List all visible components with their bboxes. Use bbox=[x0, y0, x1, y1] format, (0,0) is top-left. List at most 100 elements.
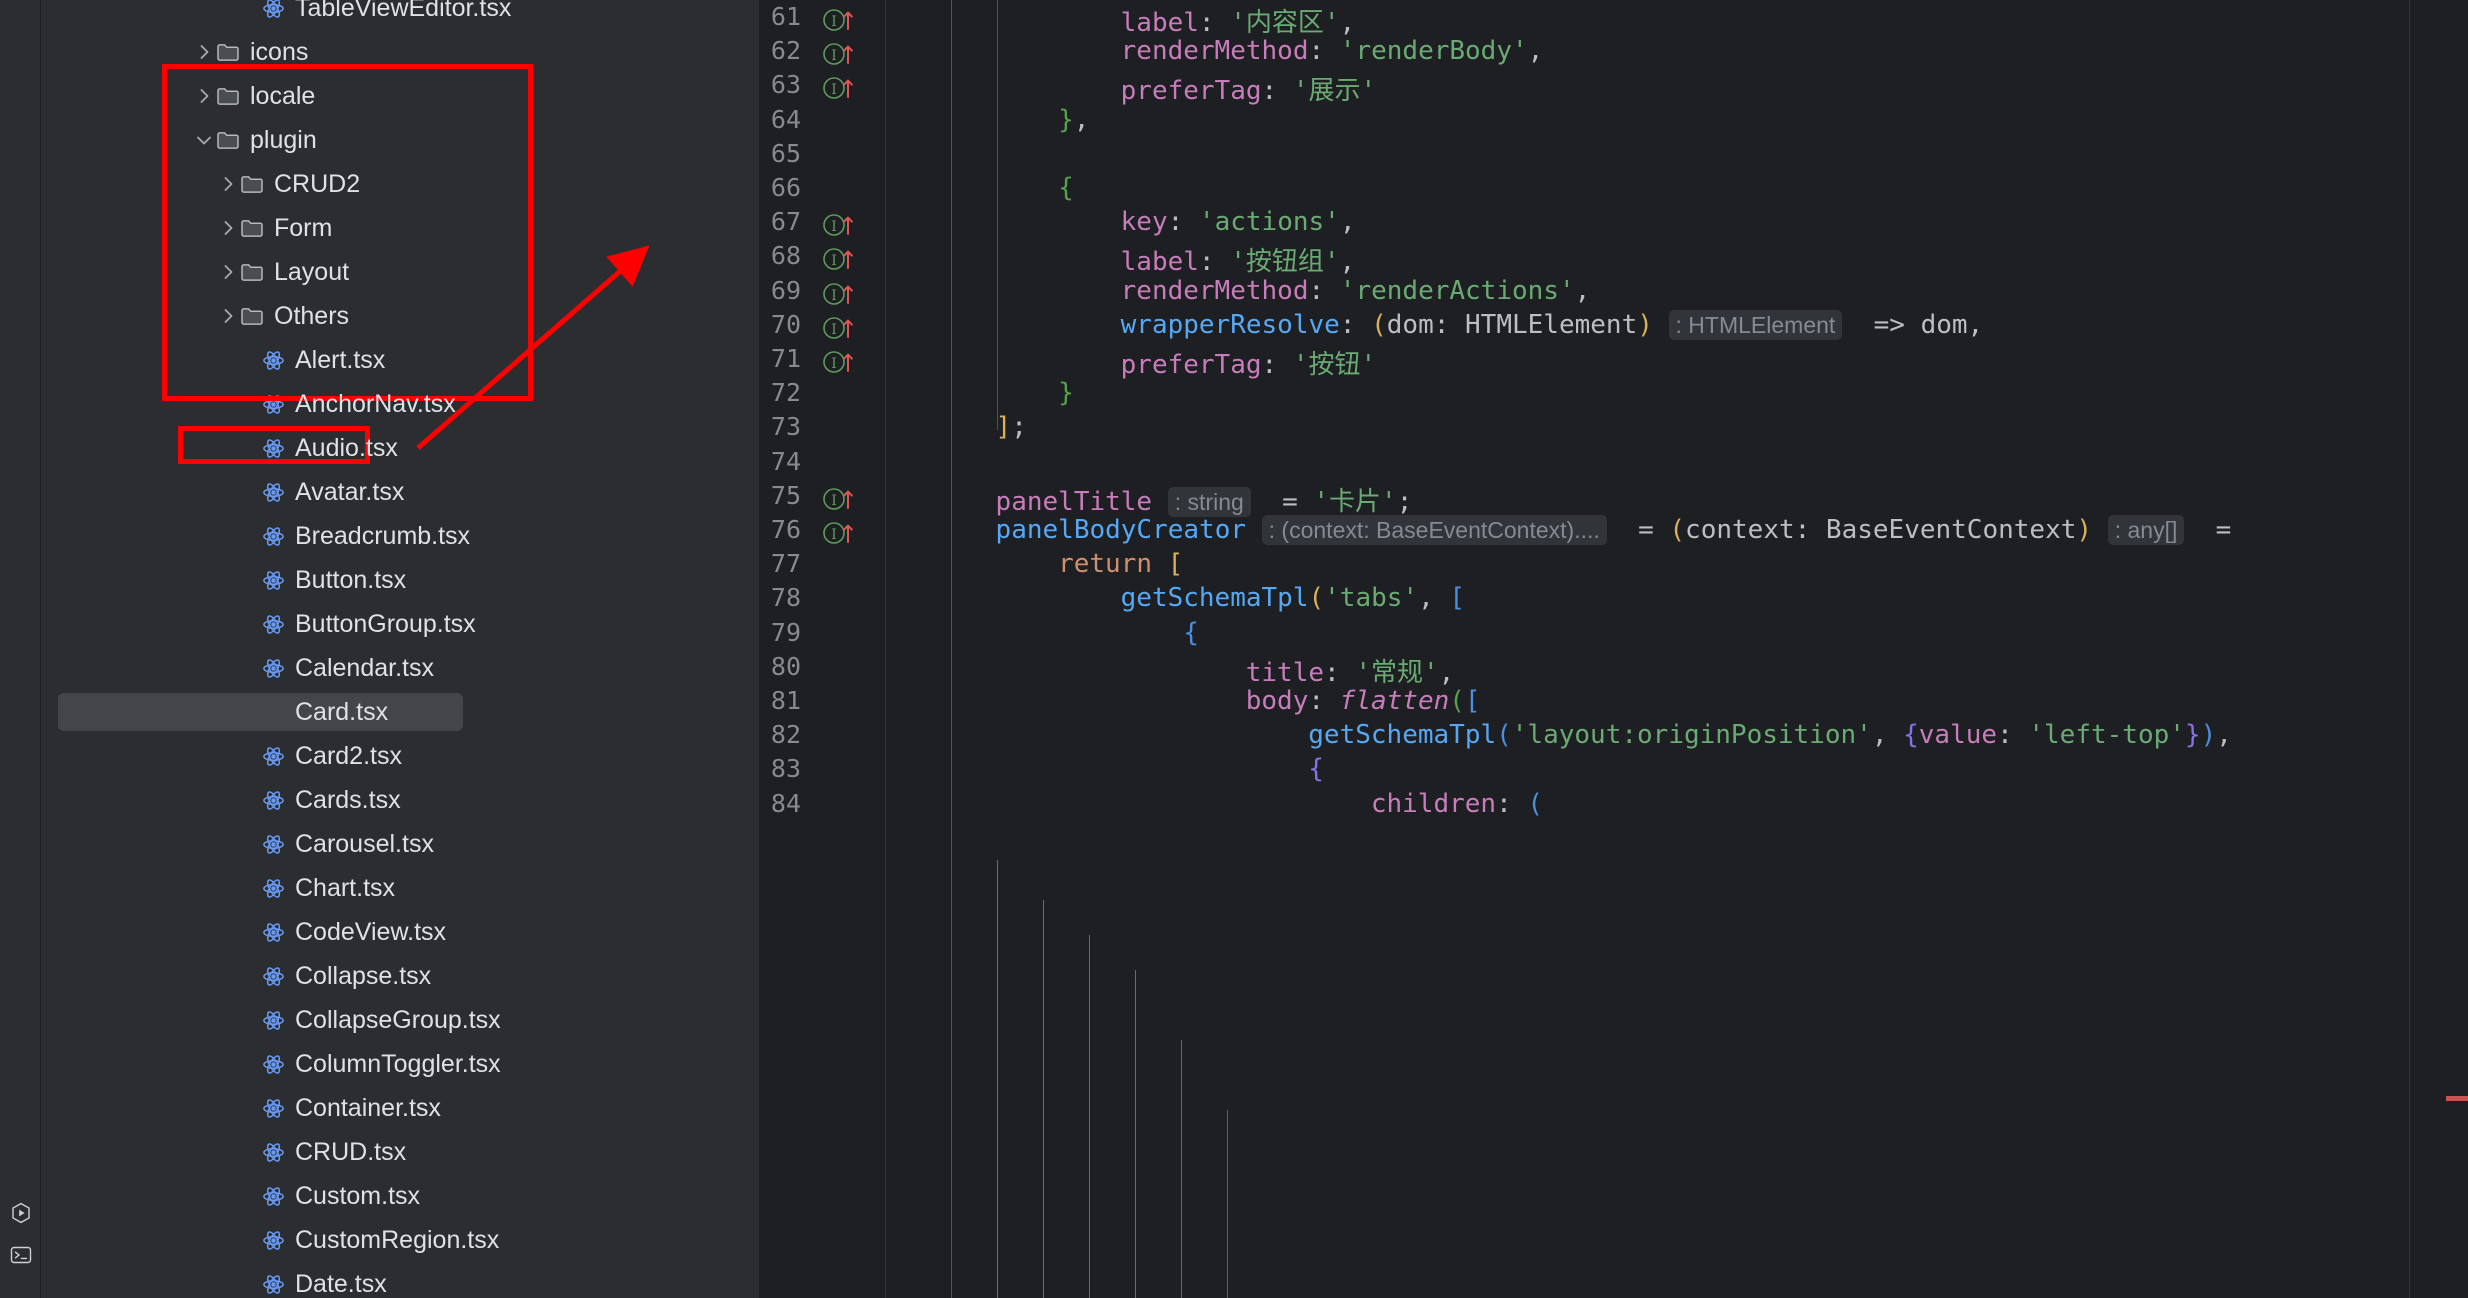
terminal-icon[interactable] bbox=[9, 1243, 33, 1267]
line-number: 70 bbox=[770, 309, 801, 339]
inlay-hint[interactable]: : any[] bbox=[2107, 515, 2185, 545]
tree-row-plugin[interactable]: plugin bbox=[41, 118, 759, 162]
code-line[interactable]: body: flatten([ bbox=[1089, 686, 1481, 716]
chevron-right-icon[interactable] bbox=[217, 261, 239, 283]
tree-row-date-tsx[interactable]: Date.tsx bbox=[41, 1262, 759, 1298]
tree-row-card-tsx[interactable]: Card.tsx bbox=[41, 690, 759, 734]
react-file-icon bbox=[261, 480, 286, 505]
inlay-hint[interactable]: : string bbox=[1167, 486, 1251, 517]
tree-row-layout[interactable]: Layout bbox=[41, 250, 759, 294]
tree-row-avatar-tsx[interactable]: Avatar.tsx bbox=[41, 470, 759, 514]
chevron-right-icon[interactable] bbox=[193, 41, 215, 63]
tree-row-codeview-tsx[interactable]: CodeView.tsx bbox=[41, 910, 759, 954]
inlay-hint[interactable]: : (context: BaseEventContext).... bbox=[1261, 515, 1607, 545]
code-line[interactable]: key: 'actions', bbox=[1027, 207, 1356, 237]
code-line[interactable]: children: ( bbox=[1152, 789, 1543, 819]
line-number: 62 bbox=[770, 36, 801, 66]
code-line[interactable]: renderMethod: 'renderBody', bbox=[1027, 36, 1544, 66]
fold-strip[interactable] bbox=[885, 0, 933, 1298]
tree-row-alert-tsx[interactable]: Alert.tsx bbox=[41, 338, 759, 382]
react-file-icon bbox=[261, 964, 286, 989]
implementing-method-icon[interactable]: I bbox=[821, 312, 867, 342]
react-file-icon bbox=[261, 1052, 286, 1077]
implementing-method-icon[interactable]: I bbox=[821, 38, 867, 68]
tree-row-label: Container.tsx bbox=[295, 1093, 441, 1122]
tree-row-cards-tsx[interactable]: Cards.tsx bbox=[41, 778, 759, 822]
code-line[interactable]: { bbox=[995, 173, 1074, 203]
code-line[interactable]: return [ bbox=[995, 549, 1183, 579]
chevron-down-icon[interactable] bbox=[193, 129, 215, 151]
tree-row-form[interactable]: Form bbox=[41, 206, 759, 250]
tree-row-others[interactable]: Others bbox=[41, 294, 759, 338]
implementing-method-icon[interactable]: I bbox=[821, 278, 867, 308]
tree-row-columntoggler-tsx[interactable]: ColumnToggler.tsx bbox=[41, 1042, 759, 1086]
line-number: 81 bbox=[770, 686, 801, 715]
code-line[interactable]: { bbox=[1120, 754, 1324, 784]
tree-row-anchornav-tsx[interactable]: AnchorNav.tsx bbox=[41, 382, 759, 426]
code-line[interactable]: }, bbox=[995, 105, 1089, 135]
code-line[interactable]: getSchemaTpl('tabs', [ bbox=[1027, 583, 1465, 613]
run-icon[interactable] bbox=[9, 1201, 33, 1225]
tree-row-label: Chart.tsx bbox=[295, 873, 396, 902]
svg-text:I: I bbox=[831, 82, 837, 98]
tree-row-calendar-tsx[interactable]: Calendar.tsx bbox=[41, 646, 759, 690]
editor-gutter[interactable]: 61 I 62 I 63 I 64 65 66 67 I 68 I 69 I 70 I 71 I 72 73 74 75 I 7… bbox=[759, 0, 889, 1298]
inlay-hint[interactable]: : HTMLElement bbox=[1668, 309, 1843, 340]
tree-row-crud-tsx[interactable]: CRUD.tsx bbox=[41, 1130, 759, 1174]
implementing-method-icon[interactable]: I bbox=[821, 243, 867, 273]
tree-row-card2-tsx[interactable]: Card2.tsx bbox=[41, 734, 759, 778]
chevron-right-icon[interactable] bbox=[193, 85, 215, 107]
tree-row-collapse-tsx[interactable]: Collapse.tsx bbox=[41, 954, 759, 998]
code-line[interactable]: ]; bbox=[964, 412, 1027, 442]
chevron-right-icon[interactable] bbox=[217, 173, 239, 195]
code-line[interactable]: getSchemaTpl('layout:originPosition', {v… bbox=[1120, 720, 2232, 750]
error-stripe-marker[interactable] bbox=[2446, 1096, 2468, 1101]
chevron-right-icon[interactable] bbox=[217, 217, 239, 239]
tree-row-crud2[interactable]: CRUD2 bbox=[41, 162, 759, 206]
implementing-method-icon[interactable]: I bbox=[821, 72, 867, 102]
tree-row-chart-tsx[interactable]: Chart.tsx bbox=[41, 866, 759, 910]
implementing-method-icon[interactable]: I bbox=[821, 517, 867, 547]
code-line[interactable]: panelBodyCreator : (context: BaseEventCo… bbox=[964, 515, 2231, 545]
code-line[interactable]: } bbox=[995, 378, 1074, 408]
tree-row-icons[interactable]: icons bbox=[41, 30, 759, 74]
tree-row-buttongroup-tsx[interactable]: ButtonGroup.tsx bbox=[41, 602, 759, 646]
tree-row-locale[interactable]: locale bbox=[41, 74, 759, 118]
code-line[interactable]: preferTag: '展示' bbox=[1027, 70, 1377, 107]
implementing-method-icon[interactable]: I bbox=[821, 346, 867, 376]
folder-icon bbox=[215, 127, 241, 153]
tree-row-custom-tsx[interactable]: Custom.tsx bbox=[41, 1174, 759, 1218]
implementing-method-icon[interactable]: I bbox=[821, 209, 867, 239]
code-line[interactable]: wrapperResolve: (dom: HTMLElement) : HTM… bbox=[1027, 309, 1983, 340]
tree-row-label: locale bbox=[250, 81, 316, 110]
svg-text:I: I bbox=[831, 322, 837, 338]
folder-icon bbox=[239, 303, 265, 329]
code-line[interactable]: label: '按钮组', bbox=[1027, 241, 1356, 278]
tree-row-customregion-tsx[interactable]: CustomRegion.tsx bbox=[41, 1218, 759, 1262]
code-line[interactable]: renderMethod: 'renderActions', bbox=[1027, 276, 1591, 306]
code-line[interactable]: label: '内容区', bbox=[1027, 2, 1356, 39]
tree-row-tablevieweditor-tsx[interactable]: TableViewEditor.tsx bbox=[41, 0, 759, 30]
chevron-right-icon[interactable] bbox=[217, 305, 239, 327]
tree-row-breadcrumb-tsx[interactable]: Breadcrumb.tsx bbox=[41, 514, 759, 558]
tree-row-audio-tsx[interactable]: Audio.tsx bbox=[41, 426, 759, 470]
tree-row-button-tsx[interactable]: Button.tsx bbox=[41, 558, 759, 602]
tree-row-container-tsx[interactable]: Container.tsx bbox=[41, 1086, 759, 1130]
code-line[interactable]: { bbox=[1058, 618, 1199, 648]
implementing-method-icon[interactable]: I bbox=[821, 483, 867, 513]
code-content[interactable]: label: '内容区', renderMethod: 'renderBody'… bbox=[933, 0, 2468, 1298]
react-file-icon bbox=[261, 392, 286, 417]
code-editor[interactable]: 61 I 62 I 63 I 64 65 66 67 I 68 I 69 I 70 I 71 I 72 73 74 75 I 7… bbox=[759, 0, 2468, 1298]
implementing-method-icon[interactable]: I bbox=[821, 4, 867, 34]
code-line[interactable]: title: '常规', bbox=[1089, 652, 1455, 689]
code-line[interactable]: preferTag: '按钮' bbox=[1027, 344, 1377, 381]
tree-row-collapsegroup-tsx[interactable]: CollapseGroup.tsx bbox=[41, 998, 759, 1042]
tree-row-carousel-tsx[interactable]: Carousel.tsx bbox=[41, 822, 759, 866]
project-tree-panel[interactable]: TableViewEditor.tsx icons locale plugin CRUD… bbox=[41, 0, 759, 1298]
code-line[interactable]: panelTitle : string = '卡片'; bbox=[964, 481, 1412, 518]
folder-icon bbox=[215, 83, 241, 109]
